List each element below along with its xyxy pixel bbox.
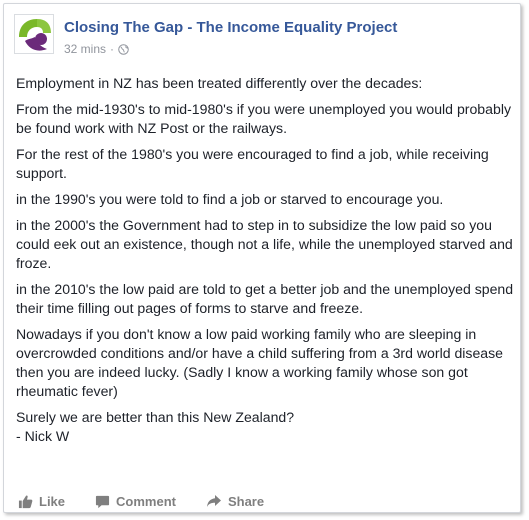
post-timestamp[interactable]: 32 mins — [64, 42, 106, 56]
post-actions: Like Comment Share — [14, 490, 509, 512]
post-paragraph: Employment in NZ has been treated differ… — [16, 75, 423, 91]
comment-label: Comment — [116, 493, 176, 509]
avatar-logo-icon — [15, 15, 53, 53]
post-paragraph: in the 2010's the low paid are told to g… — [16, 281, 514, 316]
post-paragraph: Nowadays if you don't know a low paid wo… — [16, 326, 504, 399]
post-paragraph: in the 1990's you were told to find a jo… — [16, 191, 444, 207]
post-paragraph: For the rest of the 1980's you were enco… — [16, 146, 489, 181]
meta-separator: · — [110, 42, 115, 56]
comment-button[interactable]: Comment — [95, 494, 176, 509]
post-paragraph: From the mid-1930's to mid-1980's if you… — [16, 101, 512, 136]
post-header: Closing The Gap - The Income Equality Pr… — [14, 14, 504, 64]
globe-icon — [118, 43, 129, 55]
like-icon — [18, 495, 33, 508]
post-card: Closing The Gap - The Income Equality Pr… — [3, 3, 521, 513]
share-button[interactable]: Share — [206, 494, 264, 509]
post-closing-line: Surely we are better than this New Zeala… — [16, 409, 295, 425]
post-signature: - Nick W — [16, 428, 70, 444]
comment-icon — [95, 495, 110, 508]
avatar[interactable] — [14, 14, 54, 54]
post-meta: 32 mins · — [64, 42, 129, 56]
share-label: Share — [227, 493, 265, 509]
share-icon — [206, 495, 221, 507]
page-name-link[interactable]: Closing The Gap - The Income Equality Pr… — [64, 19, 397, 36]
post-paragraph: in the 2000's the Government had to step… — [16, 217, 513, 271]
like-label: Like — [39, 493, 66, 509]
like-button[interactable]: Like — [18, 494, 65, 509]
post-body: Employment in NZ has been treated differ… — [16, 74, 516, 453]
